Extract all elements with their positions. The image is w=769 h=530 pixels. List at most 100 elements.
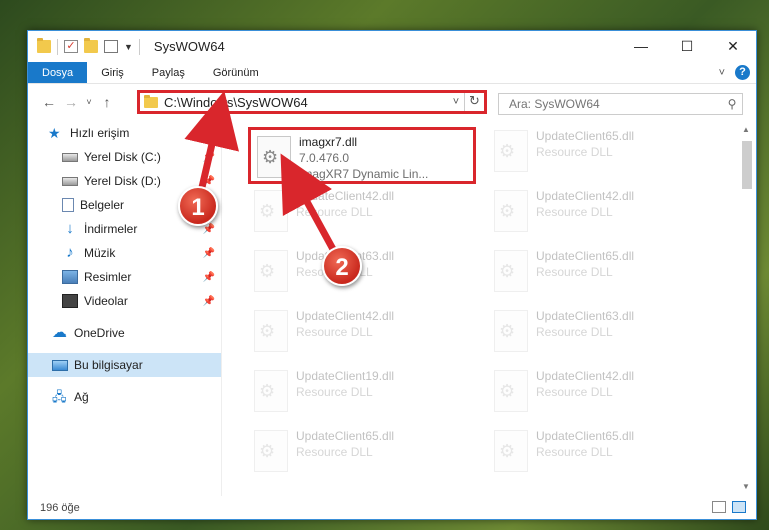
sidebar-item-label: Yerel Disk (C:) xyxy=(84,150,161,164)
file-tile[interactable]: UpdateClient65.dll Resource DLL xyxy=(248,424,468,482)
file-tile[interactable]: UpdateClient63.dll Resource DLL xyxy=(488,304,708,362)
file-tile[interactable]: UpdateClient65.dll Resource DLL xyxy=(488,244,708,302)
tab-share[interactable]: Paylaş xyxy=(138,62,199,83)
file-description: Resource DLL xyxy=(536,205,613,219)
recent-locations-button[interactable]: ˅ xyxy=(82,97,96,107)
file-tile[interactable]: UpdateClient42.dll Resource DLL xyxy=(248,184,468,242)
tab-file[interactable]: Dosya xyxy=(28,62,88,83)
file-tile[interactable]: UpdateClient65.dll Resource DLL xyxy=(488,424,708,482)
title-bar: ✓ ▼ SysWOW64 — ☐ ✕ xyxy=(28,31,756,62)
refresh-button[interactable]: ↻ xyxy=(464,93,484,111)
maximize-button[interactable]: ☐ xyxy=(664,31,710,61)
sidebar-item-quick-access[interactable]: ★ Hızlı erişim xyxy=(28,121,221,145)
address-dropdown-icon[interactable]: ˅ xyxy=(448,96,464,108)
file-description: ImagXR7 Dynamic Lin... xyxy=(299,167,429,181)
details-view-icon[interactable] xyxy=(712,501,726,513)
file-tile[interactable]: UpdateClient19.dll Resource DLL xyxy=(248,364,468,422)
sidebar-item-local-disk-c[interactable]: Yerel Disk (C:) 📌 xyxy=(28,145,221,169)
large-icons-view-icon[interactable] xyxy=(732,501,746,513)
drive-icon xyxy=(62,176,78,186)
close-button[interactable]: ✕ xyxy=(710,31,756,61)
documents-icon xyxy=(62,198,74,212)
scrollbar-thumb[interactable] xyxy=(742,141,752,189)
pane-divider[interactable] xyxy=(221,121,222,496)
file-description: Resource DLL xyxy=(296,205,373,219)
up-button[interactable]: ↑ xyxy=(96,94,118,110)
status-bar: 196 öğe xyxy=(28,497,756,519)
sidebar-item-label: OneDrive xyxy=(74,326,125,340)
sidebar-item-network[interactable]: 🖧 Ağ xyxy=(28,385,221,409)
dll-file-icon xyxy=(254,250,288,292)
dll-file-icon xyxy=(254,190,288,232)
step-2-badge: 2 xyxy=(322,246,362,286)
sidebar-item-music[interactable]: ♪ Müzik 📌 xyxy=(28,241,221,265)
customize-dropdown-icon[interactable]: ▼ xyxy=(124,42,133,52)
file-tile[interactable]: UpdateClient42.dll Resource DLL xyxy=(488,364,708,422)
item-count: 196 öğe xyxy=(40,502,80,514)
dll-file-icon xyxy=(494,130,528,172)
file-description: Resource DLL xyxy=(296,385,373,399)
forward-button[interactable]: → xyxy=(60,94,82,110)
onedrive-icon: ☁ xyxy=(52,324,67,341)
file-description: Resource DLL xyxy=(536,445,613,459)
pin-icon[interactable]: 📌 xyxy=(203,176,215,187)
search-input[interactable] xyxy=(509,97,722,111)
navigation-toolbar: ← → ˅ ↑ C:\Windows\SysWOW64 ˅ ↻ ⚲ xyxy=(28,84,756,120)
file-name: UpdateClient63.dll xyxy=(536,309,635,323)
search-box[interactable]: ⚲ xyxy=(498,93,743,115)
folder-icon xyxy=(37,38,51,53)
file-name: UpdateClient42.dll xyxy=(536,369,635,383)
sidebar-item-pictures[interactable]: Resimler 📌 xyxy=(28,265,221,289)
properties-check-icon[interactable]: ✓ xyxy=(64,40,78,53)
pictures-icon xyxy=(62,270,78,284)
sidebar-item-videos[interactable]: Videolar 📌 xyxy=(28,289,221,313)
pin-icon[interactable]: 📌 xyxy=(203,296,215,307)
sidebar-item-label: Yerel Disk (D:) xyxy=(84,174,161,188)
new-folder-icon[interactable] xyxy=(84,38,98,53)
dll-file-icon xyxy=(494,430,528,472)
pin-icon[interactable]: 📌 xyxy=(203,272,215,283)
back-button[interactable]: ← xyxy=(38,94,60,110)
address-bar[interactable]: C:\Windows\SysWOW64 ˅ ↻ xyxy=(137,90,487,114)
sidebar-item-label: Ağ xyxy=(74,390,89,404)
sidebar-item-this-pc[interactable]: Bu bilgisayar xyxy=(28,353,221,377)
address-path[interactable]: C:\Windows\SysWOW64 xyxy=(164,95,448,110)
tab-view[interactable]: Görünüm xyxy=(199,62,273,83)
sidebar-item-onedrive[interactable]: ☁ OneDrive xyxy=(28,321,221,345)
sidebar-item-label: Bu bilgisayar xyxy=(74,358,143,372)
help-icon[interactable]: ? xyxy=(735,65,750,80)
divider xyxy=(138,38,140,55)
pin-icon[interactable]: 📌 xyxy=(203,152,215,163)
videos-icon xyxy=(62,294,78,308)
customize-icon[interactable] xyxy=(104,40,118,53)
star-icon: ★ xyxy=(48,125,61,141)
pin-icon[interactable]: 📌 xyxy=(203,248,215,259)
ribbon-tabs: Dosya Giriş Paylaş Görünüm ˅ ? xyxy=(28,62,756,84)
file-name: UpdateClient42.dll xyxy=(536,189,635,203)
search-icon[interactable]: ⚲ xyxy=(722,97,742,111)
quick-access-toolbar: ✓ ▼ xyxy=(28,38,140,55)
minimize-button[interactable]: — xyxy=(618,31,664,61)
file-description: Resource DLL xyxy=(536,325,613,339)
sidebar-item-label: İndirmeler xyxy=(84,222,138,236)
scroll-down-icon[interactable]: ▼ xyxy=(742,482,750,491)
pin-icon[interactable]: 📌 xyxy=(203,224,215,235)
file-tile[interactable]: UpdateClient42.dll Resource DLL xyxy=(488,184,708,242)
navigation-pane: ★ Hızlı erişim Yerel Disk (C:) 📌 Yerel D… xyxy=(28,121,221,496)
file-name: imagxr7.dll xyxy=(299,135,358,149)
file-tile[interactable]: UpdateClient65.dll Resource DLL xyxy=(488,124,708,182)
dll-file-icon xyxy=(494,250,528,292)
vertical-scrollbar[interactable]: ▲ ▼ xyxy=(740,123,754,493)
file-name: UpdateClient65.dll xyxy=(296,429,395,443)
file-tile-imagxr7[interactable]: imagxr7.dll 7.0.476.0 ImagXR7 Dynamic Li… xyxy=(248,127,476,184)
expand-ribbon-icon[interactable]: ˅ xyxy=(719,67,725,79)
tab-home[interactable]: Giriş xyxy=(87,62,138,83)
file-description: Resource DLL xyxy=(296,445,373,459)
sidebar-item-label: Belgeler xyxy=(80,198,125,212)
scroll-up-icon[interactable]: ▲ xyxy=(742,125,750,134)
sidebar-item-label: Resimler xyxy=(84,270,132,284)
file-tile[interactable]: UpdateClient42.dll Resource DLL xyxy=(248,304,468,362)
file-explorer-window: ✓ ▼ SysWOW64 — ☐ ✕ Dosya Giriş Paylaş Gö… xyxy=(27,30,757,520)
